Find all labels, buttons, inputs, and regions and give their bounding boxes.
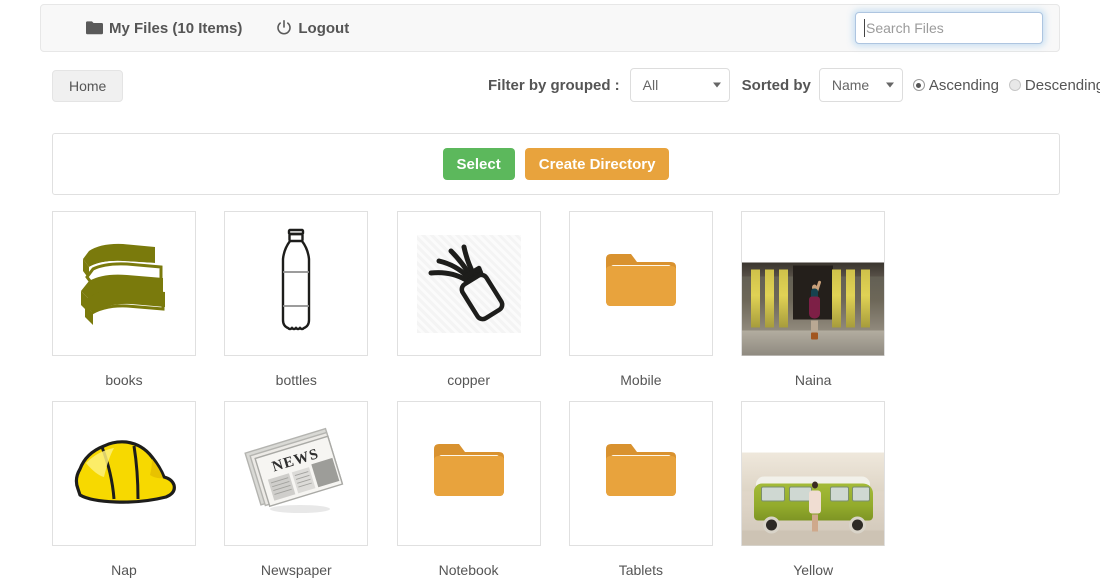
- file-thumbnail-card[interactable]: NEWS: [224, 401, 369, 546]
- sort-direction-radio-group: Ascending Descending: [912, 76, 1100, 94]
- file-name-label: copper: [447, 372, 490, 388]
- file-thumbnail-card[interactable]: [224, 211, 369, 356]
- my-files-nav-item[interactable]: My Files (10 Items): [86, 20, 242, 37]
- file-name-label: bottles: [275, 372, 317, 388]
- file-item-newspaper[interactable]: NEWS Newspaper: [224, 401, 396, 580]
- file-item-copper[interactable]: copper: [396, 211, 569, 401]
- radio-descending-dot[interactable]: [1008, 79, 1021, 91]
- file-item-books[interactable]: books: [52, 211, 224, 401]
- books-icon: [71, 233, 177, 334]
- file-thumbnail-card[interactable]: [396, 211, 541, 356]
- sorted-by-select[interactable]: Name: [818, 68, 903, 102]
- file-thumbnail-card[interactable]: [52, 401, 196, 546]
- folder-thumbnail-card[interactable]: [396, 401, 541, 546]
- file-item-naina[interactable]: Naina: [741, 211, 913, 401]
- logout-label: Logout: [298, 19, 350, 37]
- home-breadcrumb-button[interactable]: Home: [52, 70, 124, 102]
- select-button[interactable]: Select: [442, 148, 515, 180]
- search-field-wrapper: [855, 12, 1043, 44]
- bottle-icon: [270, 226, 322, 341]
- file-name-label: Nap: [111, 562, 137, 578]
- photo-thumbnail: [742, 262, 885, 355]
- file-name-label: Mobile: [620, 372, 662, 388]
- radio-ascending[interactable]: Ascending: [912, 76, 999, 94]
- navbar-left-group: My Files (10 Items) Logout: [41, 20, 383, 37]
- power-off-icon: [276, 20, 292, 36]
- filter-controls-group: Filter by grouped : All Sorted by Name A…: [488, 68, 1100, 102]
- file-name-label: Yellow: [793, 562, 834, 578]
- radio-ascending-label: Ascending: [928, 76, 999, 94]
- file-name-label: Notebook: [438, 562, 499, 578]
- radio-ascending-dot[interactable]: [912, 79, 925, 91]
- text-cursor: [864, 19, 865, 37]
- folder-icon: [86, 21, 103, 35]
- filter-bar: Home Filter by grouped : All Sorted by N…: [0, 62, 1100, 108]
- file-item-tablets[interactable]: Tablets: [568, 401, 741, 580]
- filter-grouped-value: All: [642, 77, 659, 93]
- file-item-notebook[interactable]: Notebook: [396, 401, 569, 580]
- image-thumbnail-card[interactable]: [741, 211, 886, 356]
- hard-hat-icon: [68, 433, 180, 514]
- folder-icon: [604, 251, 678, 316]
- file-name-label: Newspaper: [260, 562, 332, 578]
- newspaper-icon: NEWS: [244, 425, 348, 522]
- file-name-label: Tablets: [618, 562, 664, 578]
- create-directory-button[interactable]: Create Directory: [524, 148, 670, 180]
- sorted-by-label: Sorted by: [741, 76, 811, 94]
- folder-thumbnail-card[interactable]: [568, 211, 713, 356]
- file-thumbnail-card[interactable]: [52, 211, 196, 356]
- cable-icon: [423, 237, 515, 330]
- file-item-mobile[interactable]: Mobile: [568, 211, 741, 401]
- chevron-down-icon: [712, 82, 721, 88]
- filter-by-grouped-label: Filter by grouped :: [488, 76, 620, 94]
- image-thumbnail-card[interactable]: [741, 401, 886, 546]
- file-item-yellow[interactable]: Yellow: [741, 401, 913, 580]
- filter-grouped-select[interactable]: All: [629, 68, 730, 102]
- radio-descending-label: Descending: [1024, 76, 1100, 94]
- top-navbar: My Files (10 Items) Logout: [40, 4, 1060, 52]
- search-input[interactable]: [855, 12, 1043, 44]
- folder-icon: [432, 441, 506, 506]
- home-label: Home: [69, 78, 107, 94]
- file-item-nap[interactable]: Nap: [52, 401, 224, 580]
- file-item-bottles[interactable]: bottles: [224, 211, 396, 401]
- file-grid: books bottles copper Mobile Naina Nap NE…: [52, 211, 1062, 580]
- my-files-label: My Files (10 Items): [109, 19, 243, 37]
- sorted-by-value: Name: [831, 77, 870, 93]
- file-name-label: Naina: [794, 372, 832, 388]
- photo-thumbnail: [742, 452, 885, 545]
- folder-icon: [604, 441, 678, 506]
- action-panel: Select Create Directory: [52, 133, 1060, 195]
- file-manager-page: My Files (10 Items) Logout Home: [0, 0, 1100, 580]
- navbar-right-group: [855, 12, 1059, 44]
- chevron-down-icon: [885, 82, 894, 88]
- radio-descending[interactable]: Descending: [1008, 76, 1100, 94]
- file-name-label: books: [105, 372, 143, 388]
- logout-nav-item[interactable]: Logout: [276, 20, 349, 37]
- folder-thumbnail-card[interactable]: [568, 401, 713, 546]
